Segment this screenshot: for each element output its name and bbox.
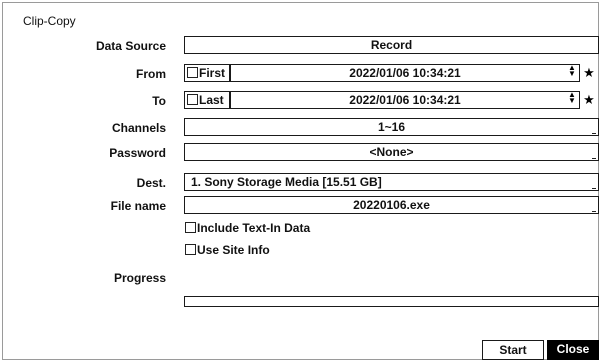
password-value: <None> — [369, 145, 414, 159]
data-source-field[interactable]: Record — [184, 36, 599, 54]
progress-label: Progress — [113, 271, 166, 285]
channels-field[interactable]: 1~16 — [184, 118, 599, 136]
use-site-info-option[interactable]: Use Site Info — [185, 243, 270, 257]
channels-edit-icon — [592, 133, 596, 134]
password-edit-icon — [592, 158, 596, 159]
from-first-toggle[interactable]: First — [184, 64, 230, 82]
include-text-in-option[interactable]: Include Text-In Data — [185, 221, 310, 235]
progress-bar — [184, 296, 599, 307]
dest-label: Dest. — [136, 176, 166, 190]
dest-value: 1. Sony Storage Media [15.51 GB] — [191, 175, 382, 189]
file-name-field[interactable]: 20220106.exe — [184, 196, 599, 214]
dialog-title: Clip-Copy — [23, 14, 76, 28]
password-label: Password — [109, 146, 166, 160]
from-datetime-field[interactable]: 2022/01/06 10:34:21 — [230, 64, 580, 82]
to-datetime-value: 2022/01/06 10:34:21 — [349, 93, 461, 107]
file-name-value: 20220106.exe — [353, 198, 430, 212]
use-site-info-label: Use Site Info — [197, 243, 270, 257]
to-last-checkbox[interactable] — [187, 94, 198, 105]
dest-dropdown[interactable]: 1. Sony Storage Media [15.51 GB] — [184, 173, 599, 191]
close-button[interactable]: Close — [547, 340, 599, 360]
dest-dropdown-icon — [592, 188, 596, 189]
data-source-value: Record — [370, 38, 413, 52]
include-text-in-checkbox[interactable] — [185, 222, 196, 233]
to-datetime-field[interactable]: 2022/01/06 10:34:21 — [230, 91, 580, 109]
password-field[interactable]: <None> — [184, 143, 599, 161]
to-last-label: Last — [199, 93, 224, 107]
start-button[interactable]: Start — [482, 340, 544, 360]
to-last-toggle[interactable]: Last — [184, 91, 230, 109]
from-star-icon[interactable]: ★ — [582, 64, 596, 82]
from-first-label: First — [199, 66, 226, 80]
to-star-icon[interactable]: ★ — [582, 91, 596, 109]
from-first-checkbox[interactable] — [187, 67, 198, 78]
channels-label: Channels — [111, 121, 166, 135]
include-text-in-label: Include Text-In Data — [197, 221, 311, 235]
data-source-label: Data Source — [95, 39, 166, 53]
from-label: From — [136, 67, 166, 81]
use-site-info-checkbox[interactable] — [185, 244, 196, 255]
file-name-label: File name — [110, 199, 166, 213]
channels-value: 1~16 — [377, 120, 406, 134]
from-spinner-icon[interactable]: ▲ ▼ — [567, 64, 577, 83]
file-name-edit-icon — [592, 211, 596, 212]
from-datetime-value: 2022/01/06 10:34:21 — [349, 66, 461, 80]
to-spinner-icon[interactable]: ▲ ▼ — [567, 91, 577, 110]
to-label: To — [152, 94, 166, 108]
